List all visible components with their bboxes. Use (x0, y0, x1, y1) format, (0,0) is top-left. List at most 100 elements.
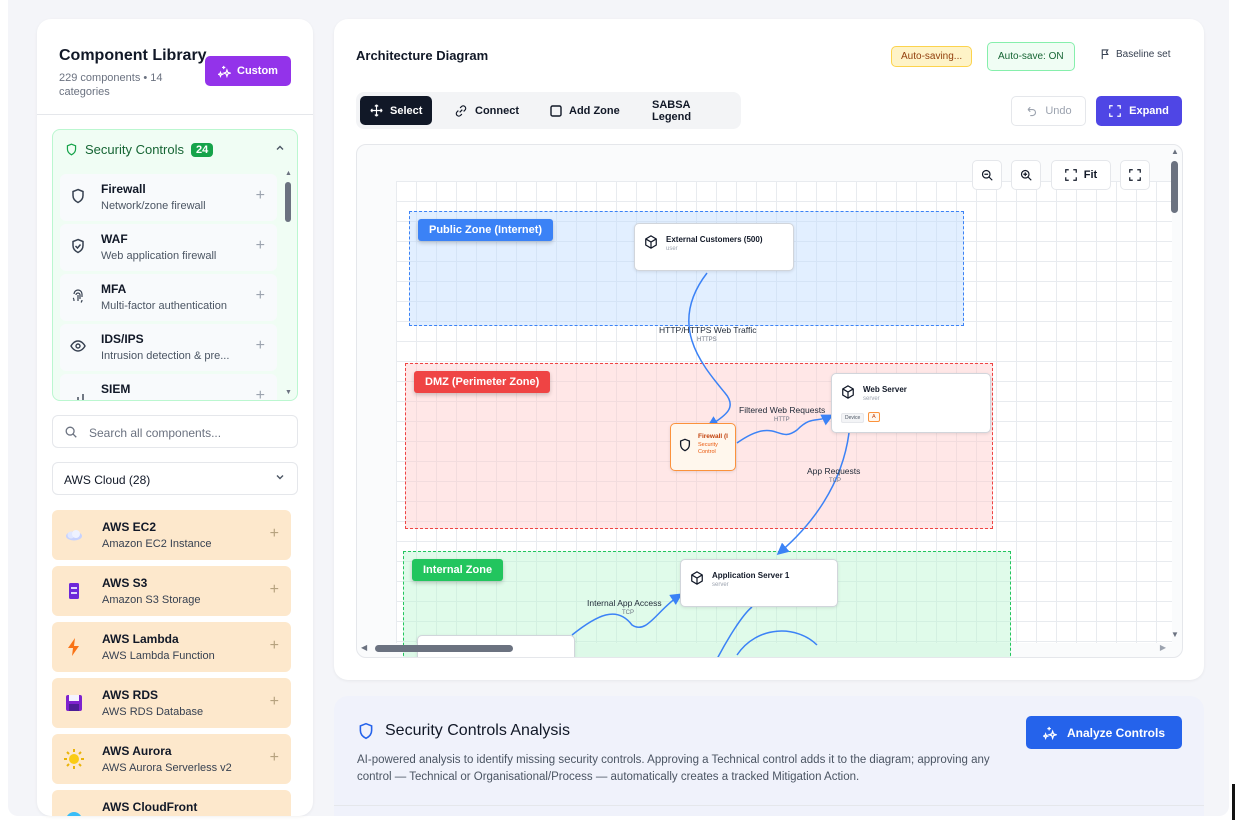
node-web-server[interactable]: Web Server server Device A (831, 373, 991, 433)
shield-icon (72, 188, 84, 204)
scrollbar-thumb[interactable] (285, 182, 291, 222)
component-description: Web application firewall (101, 250, 217, 262)
expand-button[interactable]: Expand (1096, 96, 1182, 126)
component-library-panel: Component Library 229 components • 14 ca… (37, 19, 313, 816)
component-search-input[interactable]: Search all components... (52, 415, 298, 448)
category-scrollbar[interactable]: ▲ ▼ (285, 170, 292, 396)
baseline-status[interactable]: Baseline set (1100, 49, 1170, 60)
add-icon[interactable]: + (270, 749, 279, 767)
edge-protocol: TCP (829, 478, 841, 484)
component-item-mfa[interactable]: MFA Multi-factor authentication + (60, 274, 277, 321)
fullscreen-icon (1129, 169, 1141, 181)
zoom-out-button[interactable] (972, 160, 1002, 190)
edge-protocol: TCP (622, 610, 634, 616)
select-tool-button[interactable]: Select (360, 96, 433, 125)
add-icon[interactable]: + (256, 237, 265, 255)
analysis-description: AI-powered analysis to identify missing … (357, 754, 990, 783)
add-icon[interactable]: + (256, 337, 265, 355)
sabsa-legend-button[interactable]: SABSA Legend (642, 96, 741, 125)
component-name: AWS Aurora (102, 744, 172, 758)
add-zone-button[interactable]: Add Zone (540, 96, 630, 125)
component-item-aws-ec2[interactable]: AWS EC2 Amazon EC2 Instance + (52, 510, 291, 560)
move-icon (370, 104, 383, 117)
scrollbar-thumb[interactable] (1171, 161, 1178, 213)
undo-icon (1027, 106, 1037, 117)
auto-save-toggle[interactable]: Auto-save: ON (987, 42, 1075, 71)
add-icon[interactable]: + (270, 637, 279, 655)
component-item-waf[interactable]: WAF Web application firewall + (60, 224, 277, 271)
component-description: Amazon S3 Storage (102, 594, 201, 606)
edge-label[interactable]: HTTP/HTTPS Web Traffic (659, 325, 756, 335)
diagram-toolbar: Select Connect Add Zone SABSA Legend (356, 92, 741, 129)
connect-tool-button[interactable]: Connect (444, 96, 529, 125)
security-controls-header[interactable]: Security Controls 24 (65, 142, 214, 157)
cloud-icon (66, 530, 82, 541)
custom-component-button[interactable]: Custom (205, 56, 291, 86)
component-name: SIEM (101, 382, 131, 396)
analyze-controls-button[interactable]: Analyze Controls (1026, 716, 1182, 749)
edge-label[interactable]: Internal App Access (587, 598, 662, 608)
edge-label[interactable]: App Requests (807, 466, 860, 476)
search-icon (65, 426, 77, 438)
fullscreen-button[interactable] (1120, 160, 1150, 190)
sabsa-legend-label: SABSA Legend (652, 98, 692, 123)
analysis-title: Security Controls Analysis (357, 722, 570, 740)
security-controls-category: Security Controls 24 Firewall Network/zo… (52, 129, 298, 401)
component-name: AWS S3 (102, 576, 148, 590)
custom-button-label: Custom (237, 65, 278, 77)
shield-check-icon (72, 238, 84, 254)
undo-button[interactable]: Undo (1011, 96, 1086, 126)
node-application-server-1[interactable]: Application Server 1 server (680, 559, 838, 607)
node-external-customers[interactable]: External Customers (500) user (634, 223, 794, 271)
component-name: MFA (101, 282, 127, 296)
add-icon[interactable]: + (270, 525, 279, 543)
fit-button[interactable]: Fit (1051, 160, 1111, 190)
architecture-diagram-panel: Architecture Diagram Auto-saving... Auto… (334, 19, 1204, 680)
globe-icon (67, 812, 81, 816)
component-item-aws-rds[interactable]: AWS RDS AWS RDS Database + (52, 678, 291, 728)
add-icon[interactable]: + (270, 693, 279, 711)
component-name: WAF (101, 232, 128, 246)
fit-icon (1064, 169, 1077, 181)
edge-label[interactable]: Filtered Web Requests (739, 405, 825, 415)
add-icon[interactable]: + (270, 581, 279, 599)
analysis-title-text: Security Controls Analysis (385, 722, 570, 739)
component-item-aws-s3[interactable]: AWS S3 Amazon S3 Storage + (52, 566, 291, 616)
connect-label: Connect (475, 104, 519, 117)
sparkle-icon (1042, 726, 1057, 740)
add-icon[interactable]: + (256, 287, 265, 305)
node-firewall[interactable]: Firewall (I Security Control (670, 423, 736, 471)
canvas-horizontal-scrollbar[interactable]: ◀ ▶ (357, 643, 1182, 657)
zoom-in-button[interactable] (1011, 160, 1041, 190)
expand-label: Expand (1129, 105, 1169, 117)
cube-icon (645, 235, 657, 249)
category-select[interactable]: AWS Cloud (28) (52, 462, 298, 495)
scrollbar-thumb[interactable] (375, 645, 513, 652)
component-description: Intrusion detection & pre... (101, 350, 230, 362)
fingerprint-icon (72, 289, 83, 303)
diagram-canvas[interactable]: Public Zone (Internet) DMZ (Perimeter Zo… (356, 144, 1183, 658)
zoom-out-icon (981, 169, 993, 181)
component-item-firewall[interactable]: Firewall Network/zone firewall + (60, 174, 277, 221)
cube-icon (842, 385, 854, 399)
component-item-aws-aurora[interactable]: AWS Aurora AWS Aurora Serverless v2 + (52, 734, 291, 784)
add-icon[interactable]: + (256, 387, 265, 400)
component-item-siem[interactable]: SIEM + (60, 374, 277, 400)
diagram-title: Architecture Diagram (356, 48, 489, 63)
component-item-aws-lambda[interactable]: AWS Lambda AWS Lambda Function + (52, 622, 291, 672)
chevron-up-icon[interactable] (275, 142, 285, 156)
floppy-icon (66, 695, 82, 711)
shield-icon (66, 143, 77, 156)
zoom-in-icon (1020, 169, 1032, 181)
node-title: Web Server (863, 385, 907, 394)
divider (37, 114, 313, 115)
library-subtitle: 229 components • 14 categories (59, 72, 163, 98)
eye-icon (70, 340, 86, 352)
component-item-aws-cloudfront[interactable]: AWS CloudFront (52, 790, 291, 816)
add-icon[interactable]: + (256, 187, 265, 205)
security-controls-analysis-panel: Security Controls Analysis AI-powered an… (334, 696, 1204, 816)
canvas-vertical-scrollbar[interactable]: ▲ ▼ (1168, 145, 1182, 657)
node-title: Application Server 1 (712, 571, 790, 580)
category-select-value: AWS Cloud (28) (64, 473, 151, 487)
component-item-ids-ips[interactable]: IDS/IPS Intrusion detection & pre... + (60, 324, 277, 371)
